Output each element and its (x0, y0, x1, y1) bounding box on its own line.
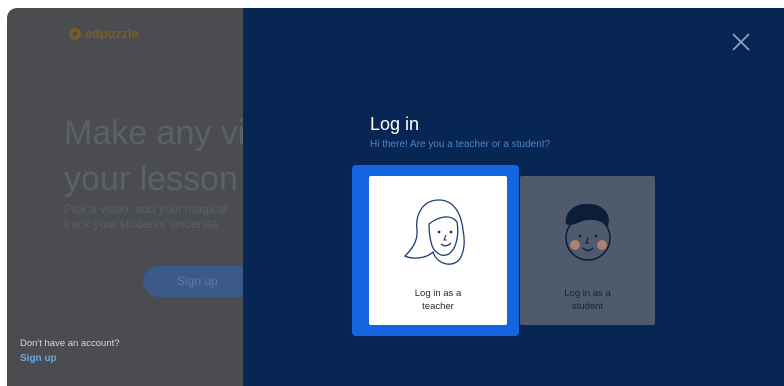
hero-heading: Make any vid your lesson (64, 110, 264, 202)
student-label-line-2: student (571, 301, 604, 312)
teacher-card-label: Log in as a teacher (369, 287, 507, 313)
edpuzzle-logo: edpuzzle (68, 26, 138, 41)
puzzle-logo-icon (69, 27, 81, 40)
hero-sub-line-1: Pick a video, add your magical (64, 202, 227, 216)
signup-link[interactable]: Sign up (20, 353, 57, 364)
hero-sub-line-2: track your students' understa (64, 217, 218, 231)
teacher-avatar-icon (403, 199, 465, 265)
teacher-label-line-2: teacher (422, 301, 454, 312)
teacher-login-card[interactable]: Log in as a teacher (369, 176, 507, 325)
hero-subtext: Pick a video, add your magical track you… (64, 202, 227, 232)
student-label-line-1: Log in as a (564, 288, 611, 299)
hero-line-2: your lesson (64, 160, 238, 198)
student-login-card[interactable]: Log in as a student (520, 176, 655, 325)
hero-line-1: Make any vid (64, 114, 265, 152)
student-card-label: Log in as a student (520, 287, 655, 313)
no-account-text: Don't have an account? (20, 338, 120, 349)
close-icon[interactable] (730, 31, 752, 53)
teacher-label-line-1: Log in as a (414, 288, 462, 299)
logo-text: edpuzzle (85, 26, 139, 41)
login-subtitle: Hi there! Are you a teacher or a student… (370, 139, 551, 150)
login-title: Log in (370, 114, 420, 134)
student-avatar-icon (565, 203, 611, 261)
